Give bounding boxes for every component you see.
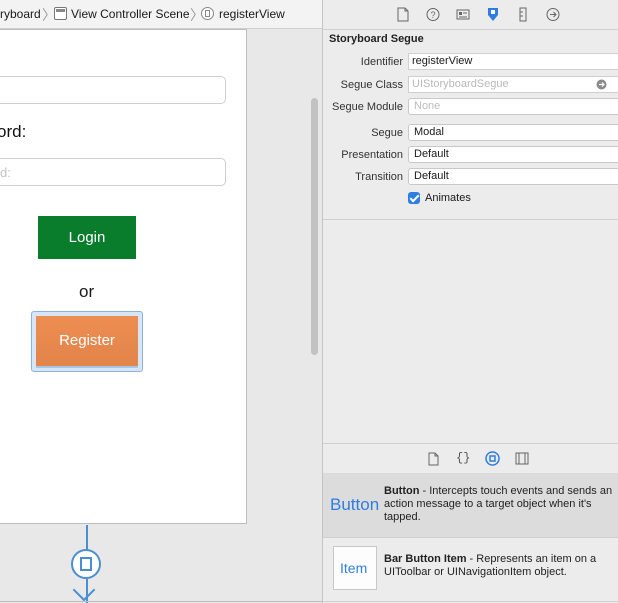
go-to-class-icon[interactable] bbox=[596, 79, 607, 90]
segue-module-label: Segue Module bbox=[332, 101, 403, 113]
code-snippet-icon[interactable]: {} bbox=[456, 451, 470, 465]
password-field[interactable]: d: bbox=[0, 158, 226, 186]
help-icon[interactable]: ? bbox=[426, 7, 440, 22]
segue-module-select[interactable]: None bbox=[408, 98, 618, 115]
bar-button-item-icon: Item bbox=[333, 546, 377, 590]
file-icon[interactable] bbox=[396, 7, 410, 22]
breadcrumb-storyboard[interactable]: ryboard bbox=[0, 7, 41, 21]
size-icon[interactable] bbox=[516, 7, 530, 22]
utilities-panel: ? Storyboard Segue Identifier registerVi… bbox=[322, 0, 618, 603]
transition-label: Transition bbox=[355, 171, 403, 183]
divider bbox=[0, 601, 322, 602]
username-field[interactable] bbox=[0, 76, 226, 104]
transition-select[interactable]: Default bbox=[408, 168, 618, 185]
library-item-title: Bar Button Item bbox=[384, 553, 467, 565]
divider bbox=[323, 219, 618, 220]
animates-checkbox[interactable] bbox=[408, 192, 420, 204]
password-placeholder: d: bbox=[0, 165, 11, 180]
segue-arrow-icon bbox=[72, 578, 96, 602]
library-item-button[interactable]: Button Button - Intercepts touch events … bbox=[323, 473, 618, 538]
breadcrumb-scene[interactable]: View Controller Scene bbox=[71, 7, 190, 21]
segue-connector bbox=[86, 525, 88, 551]
media-library-icon[interactable] bbox=[515, 452, 529, 465]
animates-label: Animates bbox=[425, 192, 471, 204]
attributes-icon[interactable] bbox=[486, 7, 500, 22]
segue-label: Segue bbox=[371, 127, 403, 139]
library-item-bar-button-item[interactable]: Item Bar Button Item - Represents an ite… bbox=[323, 537, 618, 602]
library-item-description: Bar Button Item - Represents an item on … bbox=[384, 553, 614, 579]
object-library-icon[interactable] bbox=[485, 451, 500, 466]
breadcrumb-segue[interactable]: registerView bbox=[219, 7, 285, 21]
breadcrumb: ryboard 〉 View Controller Scene 〉 regist… bbox=[0, 0, 322, 29]
library-tabs: {} bbox=[323, 443, 618, 475]
bar-button-item-icon-text: Item bbox=[340, 560, 368, 576]
inspector-tabs: ? bbox=[323, 0, 618, 30]
presentation-select[interactable]: Default bbox=[408, 146, 618, 163]
storyboard-editor[interactable]: ryboard 〉 View Controller Scene 〉 regist… bbox=[0, 0, 322, 603]
button-icon: Button bbox=[330, 495, 380, 514]
identifier-label: Identifier bbox=[360, 56, 403, 68]
canvas-scrollbar[interactable] bbox=[311, 98, 318, 355]
svg-text:?: ? bbox=[430, 10, 435, 20]
segue-view-icon bbox=[201, 7, 214, 20]
scene-icon bbox=[54, 7, 67, 20]
register-button-selection[interactable]: Register bbox=[31, 311, 143, 372]
file-template-icon[interactable] bbox=[427, 452, 440, 466]
presentation-label: Presentation bbox=[341, 149, 403, 161]
segue-class-label: Segue Class bbox=[340, 79, 403, 91]
segue-kind-select[interactable]: Modal bbox=[408, 124, 618, 141]
transition-value: Default bbox=[414, 170, 449, 182]
connections-icon[interactable] bbox=[546, 7, 560, 22]
segue-class-field[interactable]: UIStoryboardSegue bbox=[408, 76, 618, 93]
identity-icon[interactable] bbox=[456, 7, 470, 22]
segue-module-value: None bbox=[414, 100, 441, 112]
login-button[interactable]: Login bbox=[38, 216, 136, 259]
register-button[interactable]: Register bbox=[36, 316, 138, 366]
section-title: Storyboard Segue bbox=[329, 33, 424, 45]
or-label: or bbox=[79, 282, 95, 301]
password-label: ord: bbox=[0, 122, 27, 141]
library-item-text: - Intercepts touch events and sends an a… bbox=[384, 485, 613, 523]
segue-kind-value: Modal bbox=[414, 126, 444, 138]
library-item-title: Button bbox=[384, 485, 420, 497]
library-item-description: Button - Intercepts touch events and sen… bbox=[384, 485, 614, 524]
presentation-value: Default bbox=[414, 148, 449, 160]
view-controller-canvas[interactable]: ord: d: Login or Register bbox=[0, 29, 247, 524]
identifier-field[interactable]: registerView bbox=[408, 53, 618, 70]
segue-class-placeholder: UIStoryboardSegue bbox=[412, 78, 509, 90]
segue-icon[interactable] bbox=[71, 549, 101, 579]
